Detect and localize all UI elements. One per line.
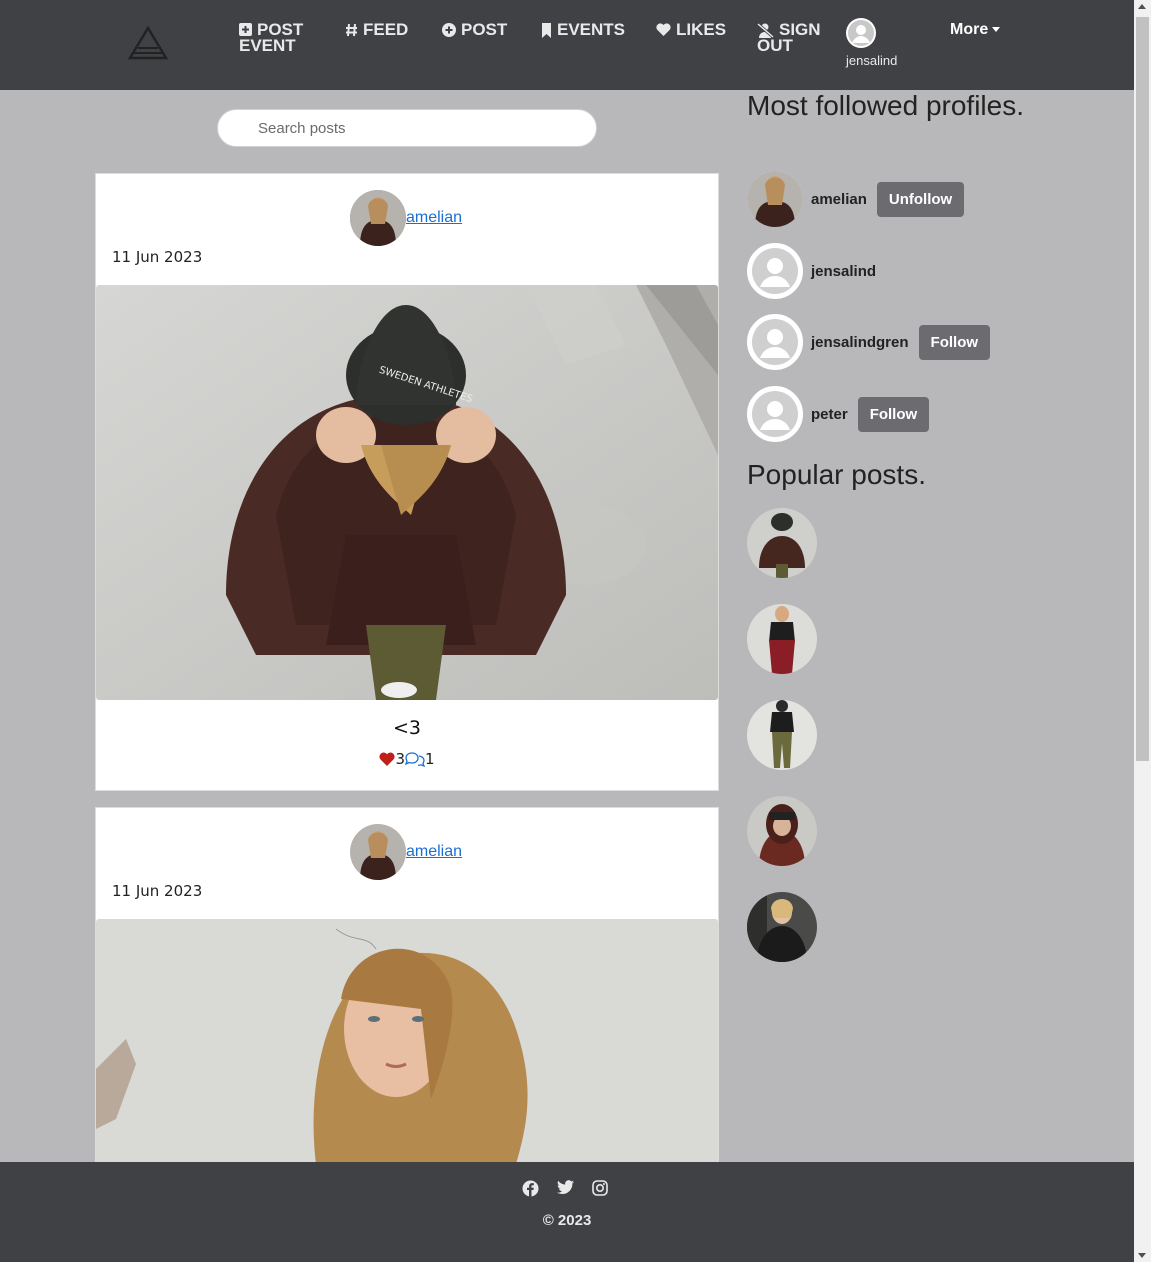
post-image[interactable] xyxy=(96,919,718,1164)
popular-posts-title: Popular posts. xyxy=(747,459,926,490)
popular-post-thumb[interactable] xyxy=(747,892,817,962)
unfollow-button[interactable]: Unfollow xyxy=(876,181,965,217)
post-date: 11 Jun 2023 xyxy=(112,248,203,266)
social-icons xyxy=(522,1180,608,1197)
top-navbar: POST EVENT FEED POST EVENTS LIKES SIGN O… xyxy=(0,0,1134,90)
profile-avatar[interactable] xyxy=(747,171,803,227)
author-avatar[interactable] xyxy=(350,824,406,880)
popular-post-thumb[interactable] xyxy=(747,796,817,866)
default-avatar-icon xyxy=(848,20,874,46)
post-caption: <3 xyxy=(392,717,421,739)
nav-feed[interactable]: FEED xyxy=(345,20,409,39)
scroll-down-icon[interactable] xyxy=(1138,1253,1146,1258)
post-date: 11 Jun 2023 xyxy=(112,882,203,900)
heart-icon xyxy=(656,23,671,36)
caret-down-icon xyxy=(992,27,1001,33)
default-avatar-icon xyxy=(752,319,798,365)
profile-name[interactable]: jensalindgren xyxy=(811,334,909,351)
twitter-icon[interactable] xyxy=(557,1180,574,1195)
nav-post-event[interactable]: POST EVENT xyxy=(239,21,303,55)
nav-post-event-label-2: EVENT xyxy=(239,36,296,55)
scroll-thumb[interactable] xyxy=(1136,17,1149,761)
search-input[interactable] xyxy=(217,109,597,147)
hash-icon xyxy=(346,23,357,37)
plus-square-icon xyxy=(239,23,252,36)
more-label: More xyxy=(950,21,989,38)
default-avatar-icon xyxy=(752,391,798,437)
instagram-icon[interactable] xyxy=(592,1180,608,1196)
page-scrollbar[interactable] xyxy=(1134,0,1151,1262)
nav-post[interactable]: POST xyxy=(442,20,508,39)
nav-sign-out-label-2: OUT xyxy=(757,36,793,55)
profile-name[interactable]: jensalind xyxy=(811,263,876,280)
profile-row: jensalindgren Follow xyxy=(747,314,991,370)
popular-post-thumb[interactable] xyxy=(747,700,817,770)
post-image[interactable]: SWEDEN ATHLETES xyxy=(96,285,718,700)
footer: © 2023 xyxy=(0,1162,1134,1262)
nav-events-label: EVENTS xyxy=(557,20,626,39)
more-dropdown[interactable]: More xyxy=(950,21,1001,39)
post-author: amelian xyxy=(350,824,462,880)
profile-avatar[interactable] xyxy=(747,386,803,442)
post-photo: SWEDEN ATHLETES xyxy=(96,285,718,700)
nav-events[interactable]: EVENTS xyxy=(541,20,626,39)
scroll-up-icon[interactable] xyxy=(1138,4,1146,9)
profile-row: jensalind xyxy=(747,243,876,299)
default-avatar-icon xyxy=(752,248,798,294)
nav-user-avatar[interactable] xyxy=(846,18,876,48)
profile-name[interactable]: peter xyxy=(811,406,848,423)
profile-row: amelian Unfollow xyxy=(747,171,965,227)
nav-sign-out[interactable]: SIGN OUT xyxy=(757,21,821,55)
post-author: amelian xyxy=(350,190,462,246)
popular-post-thumb[interactable] xyxy=(747,508,817,578)
post-card: amelian 11 Jun 2023 xyxy=(95,807,719,1164)
nav-feed-label: FEED xyxy=(363,20,409,39)
popular-post-thumb[interactable] xyxy=(747,604,817,674)
post-stats: 3 1 xyxy=(96,750,718,768)
profile-avatar[interactable] xyxy=(747,243,803,299)
nav-post-label: POST xyxy=(461,20,508,39)
follow-button[interactable]: Follow xyxy=(857,396,930,432)
logo-icon[interactable] xyxy=(128,26,168,60)
comment-icon[interactable] xyxy=(405,751,425,767)
author-link[interactable]: amelian xyxy=(406,209,462,227)
profile-row: peter Follow xyxy=(747,386,930,442)
like-heart-icon[interactable] xyxy=(379,752,396,766)
nav-username[interactable]: jensalind xyxy=(846,53,897,68)
comments-count: 1 xyxy=(425,750,435,768)
facebook-icon[interactable] xyxy=(522,1180,539,1197)
nav-likes[interactable]: LIKES xyxy=(656,20,727,39)
copyright: © 2023 xyxy=(542,1212,592,1229)
author-link[interactable]: amelian xyxy=(406,843,462,861)
follow-button[interactable]: Follow xyxy=(918,324,991,360)
author-avatar[interactable] xyxy=(350,190,406,246)
most-followed-title: Most followed profiles. xyxy=(747,90,1025,121)
profile-avatar[interactable] xyxy=(747,314,803,370)
likes-count: 3 xyxy=(395,750,405,768)
profile-name[interactable]: amelian xyxy=(811,191,867,208)
post-card: amelian 11 Jun 2023 SWEDEN ATHLETES <3 3… xyxy=(95,173,719,791)
nav-likes-label: LIKES xyxy=(676,20,727,39)
post-photo xyxy=(96,919,718,1164)
plus-circle-icon xyxy=(442,23,456,37)
bookmark-icon xyxy=(542,23,551,38)
